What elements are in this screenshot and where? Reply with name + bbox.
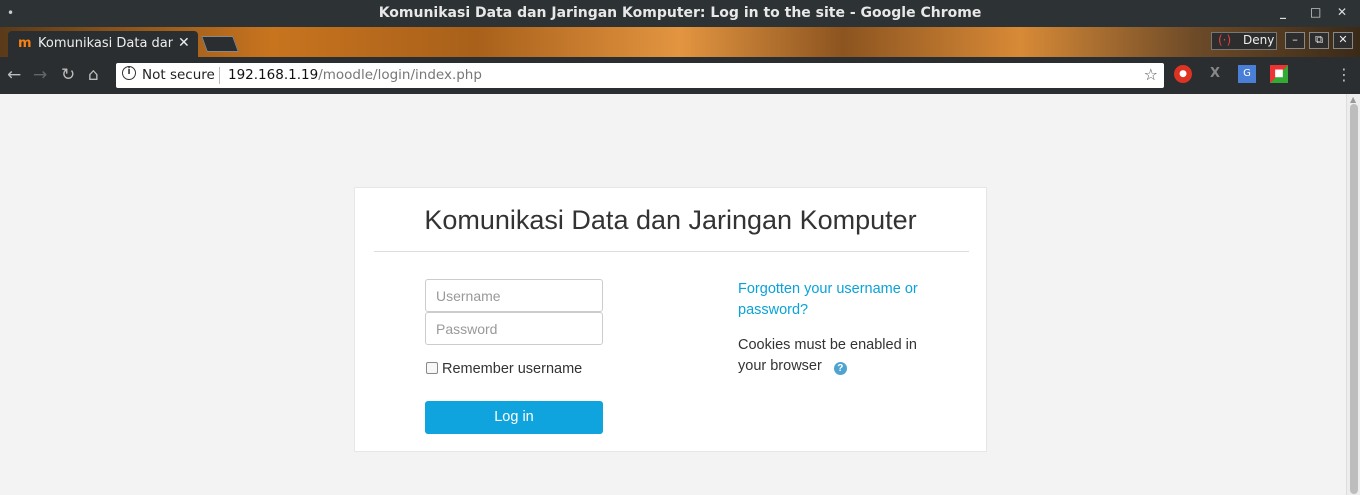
browser-minimize-button[interactable]: – <box>1285 32 1305 49</box>
moodle-favicon-icon: m <box>18 36 32 51</box>
new-tab-button[interactable] <box>201 36 239 52</box>
reload-icon[interactable]: ↻ <box>61 65 75 85</box>
cookies-notice: Cookies must be enabled in your browser? <box>738 335 938 377</box>
browser-close-button[interactable]: ✕ <box>1333 32 1353 49</box>
browser-restore-button[interactable]: ⧉ <box>1309 32 1329 49</box>
menu-icon[interactable]: ⋮ <box>1336 65 1352 84</box>
remember-label: Remember username <box>442 361 583 377</box>
tab-label: Komunikasi Data dan Jaringan Komputer <box>38 36 173 51</box>
tab-moodle[interactable]: m Komunikasi Data dan Jaringan Komputer … <box>8 31 198 57</box>
window-close-button[interactable]: ✕ <box>1337 5 1347 19</box>
divider <box>374 251 969 252</box>
forgot-password-link[interactable]: Forgotten your username or password? <box>738 279 938 321</box>
translate-icon[interactable]: G <box>1238 65 1256 83</box>
info-icon[interactable]: i <box>122 66 136 80</box>
window-title: Komunikasi Data dan Jaringan Komputer: L… <box>378 5 982 21</box>
home-icon[interactable]: ⌂ <box>88 65 99 85</box>
window-titlebar: • Komunikasi Data dan Jaringan Komputer:… <box>0 0 1360 27</box>
tab-close-icon[interactable]: ✕ <box>178 35 190 51</box>
colorful-icon[interactable]: ■ <box>1270 65 1288 83</box>
broadcast-icon: (·) <box>1218 33 1232 47</box>
minimize-button[interactable]: _ <box>1280 5 1286 19</box>
remember-username[interactable]: Remember username <box>426 361 582 377</box>
page-scrollbar[interactable]: ▲ <box>1346 94 1360 495</box>
tab-strip: m Komunikasi Data dan Jaringan Komputer … <box>0 27 1360 57</box>
bookmark-star-icon[interactable]: ☆ <box>1144 65 1158 84</box>
stop-icon[interactable]: ● <box>1174 65 1192 83</box>
remember-checkbox[interactable] <box>426 362 438 374</box>
omnibox-separator <box>219 67 220 84</box>
security-label[interactable]: Not secure <box>142 67 215 83</box>
help-icon[interactable]: ? <box>833 362 847 375</box>
url-text[interactable]: 192.168.1.19/moodle/login/index.php <box>228 67 482 83</box>
scroll-up-icon[interactable]: ▲ <box>1350 95 1356 104</box>
login-card: Komunikasi Data dan Jaringan Komputer Re… <box>354 187 987 452</box>
back-icon[interactable]: ← <box>7 65 21 85</box>
url-host: 192.168.1.19 <box>228 67 319 83</box>
notification-deny-button[interactable]: (·) Deny <box>1211 32 1277 50</box>
cookies-text: Cookies must be enabled in your browser <box>738 337 917 374</box>
login-button[interactable]: Log in <box>425 401 603 434</box>
deny-label: Deny <box>1243 33 1275 47</box>
forward-icon[interactable]: → <box>33 65 47 85</box>
password-input[interactable] <box>425 312 603 345</box>
scrollbar-thumb[interactable] <box>1350 104 1358 494</box>
page-title: Komunikasi Data dan Jaringan Komputer <box>424 205 917 235</box>
url-path: /moodle/login/index.php <box>318 67 482 83</box>
username-input[interactable] <box>425 279 603 312</box>
browser-toolbar: ← → ↻ ⌂ i Not secure 192.168.1.19/moodle… <box>0 57 1360 94</box>
address-bar[interactable]: i Not secure 192.168.1.19/moodle/login/i… <box>116 63 1164 88</box>
x-icon[interactable]: X <box>1206 65 1224 83</box>
maximize-button[interactable]: □ <box>1310 5 1321 19</box>
